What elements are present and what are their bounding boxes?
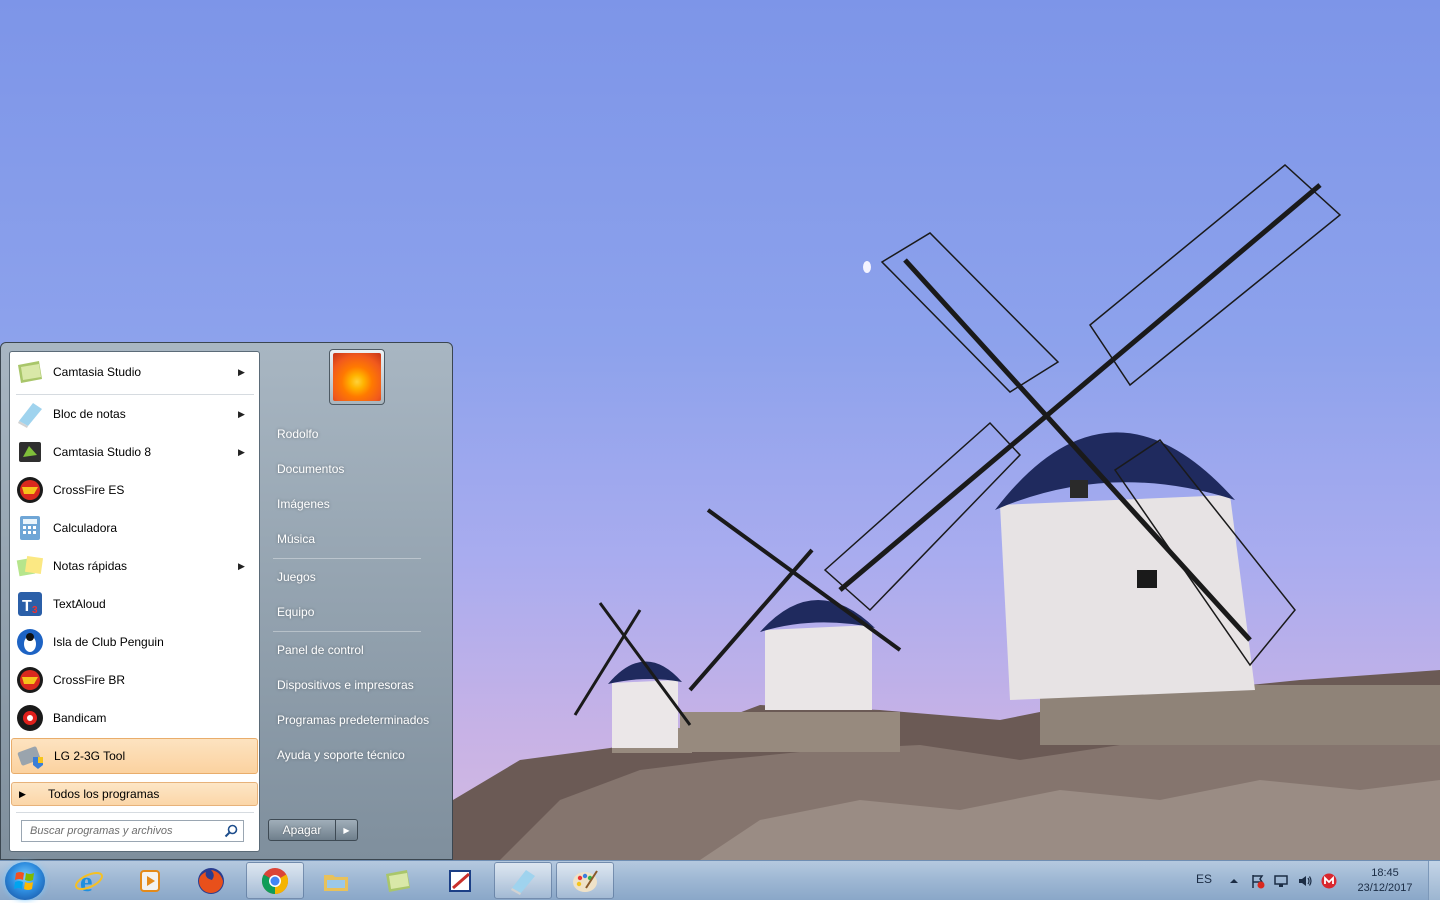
search-box[interactable] (21, 820, 244, 842)
camtasia-studio-8-icon (15, 437, 45, 467)
camtasia-studio-icon (15, 357, 45, 387)
user-picture[interactable] (329, 349, 385, 405)
search-separator (16, 812, 254, 813)
link-user-folder[interactable]: Rodolfo (269, 420, 457, 448)
link-help-support[interactable]: Ayuda y soporte técnico (269, 741, 457, 769)
shutdown-options-arrow-icon[interactable]: ▶ (336, 819, 358, 841)
program-item-camtasia-studio[interactable]: Camtasia Studio ▶ (11, 354, 258, 390)
submenu-arrow-icon[interactable]: ▶ (238, 367, 250, 378)
svg-text:e: e (80, 867, 92, 896)
program-label: Notas rápidas (53, 559, 128, 573)
clock-date: 23/12/2017 (1357, 882, 1413, 894)
program-item-textaloud[interactable]: T3 TextAloud (11, 586, 258, 622)
link-control-panel[interactable]: Panel de control (269, 636, 457, 664)
show-hidden-icons-icon[interactable] (1226, 873, 1242, 889)
program-label: Calculadora (53, 521, 118, 535)
program-label: LG 2-3G Tool (54, 749, 126, 763)
places-pane: Rodolfo Documentos Imágenes Música Juego… (261, 343, 453, 859)
link-devices-printers[interactable]: Dispositivos e impresoras (269, 671, 457, 699)
all-programs-label: Todos los programas (48, 787, 160, 801)
textaloud-icon: T3 (15, 589, 45, 619)
notepad-icon (15, 399, 45, 429)
program-label: Camtasia Studio 8 (53, 445, 152, 459)
taskbar-firefox[interactable] (182, 862, 240, 899)
taskbar: e ES 18:45 23/12/2017 (0, 860, 1440, 900)
program-item-lg-tool[interactable]: LG 2-3G Tool (11, 738, 258, 774)
flower-avatar-icon (333, 353, 381, 401)
bandicam-icon (15, 703, 45, 733)
link-music[interactable]: Música (269, 525, 457, 553)
taskbar-paint-app[interactable] (431, 862, 489, 899)
program-item-notas-rapidas[interactable]: Notas rápidas ▶ (11, 548, 258, 584)
program-item-crossfire-es[interactable]: CrossFire ES (11, 472, 258, 508)
sticky-notes-icon (15, 551, 45, 581)
places-separator (273, 558, 421, 559)
show-desktop-button[interactable] (1428, 861, 1440, 900)
program-label: CrossFire ES (53, 483, 125, 497)
svg-text:3: 3 (32, 605, 38, 616)
crossfire-es-icon (15, 475, 45, 505)
shutdown-button[interactable]: Apagar (268, 819, 336, 841)
program-item-calculadora[interactable]: Calculadora (11, 510, 258, 546)
media-player-icon (140, 869, 160, 892)
program-item-bandicam[interactable]: Bandicam (11, 700, 258, 736)
program-label: Bandicam (53, 711, 107, 725)
program-item-camtasia-studio-8[interactable]: Camtasia Studio 8 ▶ (11, 434, 258, 470)
chrome-icon (261, 867, 289, 894)
lg-tool-icon (16, 741, 46, 771)
notepad-icon (511, 869, 535, 895)
program-label: Isla de Club Penguin (53, 635, 164, 649)
places-separator (273, 631, 421, 632)
mega-icon[interactable] (1321, 873, 1337, 889)
windows-logo-icon (14, 872, 34, 890)
submenu-arrow-icon[interactable]: ▶ (238, 409, 250, 420)
submenu-arrow-icon[interactable]: ▶ (238, 447, 250, 458)
start-button[interactable] (5, 862, 45, 900)
program-label: Camtasia Studio (53, 365, 142, 379)
program-item-crossfire-br[interactable]: CrossFire BR (11, 662, 258, 698)
link-computer[interactable]: Equipo (269, 598, 457, 626)
link-documents[interactable]: Documentos (269, 455, 457, 483)
folder-icon (324, 874, 348, 891)
program-label: TextAloud (53, 597, 106, 611)
taskbar-chrome[interactable] (246, 862, 304, 899)
taskbar-file-explorer[interactable] (307, 862, 365, 899)
taskbar-media-player[interactable] (121, 862, 179, 899)
search-input[interactable] (22, 824, 223, 838)
crossfire-br-icon (15, 665, 45, 695)
program-label: Bloc de notas (53, 407, 126, 421)
pinned-separator (16, 394, 254, 395)
search-icon[interactable] (223, 823, 239, 839)
shutdown-group: Apagar ▶ (268, 819, 358, 841)
svg-text:T: T (22, 598, 32, 615)
taskbar-internet-explorer[interactable]: e (60, 862, 118, 899)
network-icon[interactable] (1273, 873, 1289, 889)
taskbar-camtasia[interactable] (369, 862, 427, 899)
firefox-icon (198, 867, 224, 894)
submenu-arrow-icon[interactable]: ▶ (238, 561, 250, 572)
programs-pane: Camtasia Studio ▶ Bloc de notas ▶ Camtas… (9, 351, 260, 852)
start-menu: Camtasia Studio ▶ Bloc de notas ▶ Camtas… (0, 342, 453, 860)
taskbar-paint[interactable] (556, 862, 614, 899)
action-center-flag-icon[interactable] (1250, 873, 1266, 889)
program-item-bloc-de-notas[interactable]: Bloc de notas ▶ (11, 396, 258, 432)
arrow-right-icon: ▶ (19, 788, 26, 799)
all-programs-button[interactable]: ▶ Todos los programas (11, 782, 258, 806)
language-indicator[interactable]: ES (1196, 872, 1212, 886)
club-penguin-icon (15, 627, 45, 657)
paint-palette-icon (573, 869, 598, 892)
camtasia-icon (386, 869, 410, 892)
clock-time: 18:45 (1371, 867, 1399, 879)
link-pictures[interactable]: Imágenes (269, 490, 457, 518)
volume-icon[interactable] (1297, 873, 1313, 889)
link-games[interactable]: Juegos (269, 563, 457, 591)
clock[interactable]: 18:45 23/12/2017 (1350, 866, 1420, 896)
internet-explorer-icon: e (75, 867, 103, 896)
paint-app-icon (449, 869, 471, 892)
link-default-programs[interactable]: Programas predeterminados (269, 706, 457, 734)
program-label: CrossFire BR (53, 673, 126, 687)
program-item-club-penguin[interactable]: Isla de Club Penguin (11, 624, 258, 660)
calculator-icon (15, 513, 45, 543)
taskbar-notepad[interactable] (494, 862, 552, 899)
